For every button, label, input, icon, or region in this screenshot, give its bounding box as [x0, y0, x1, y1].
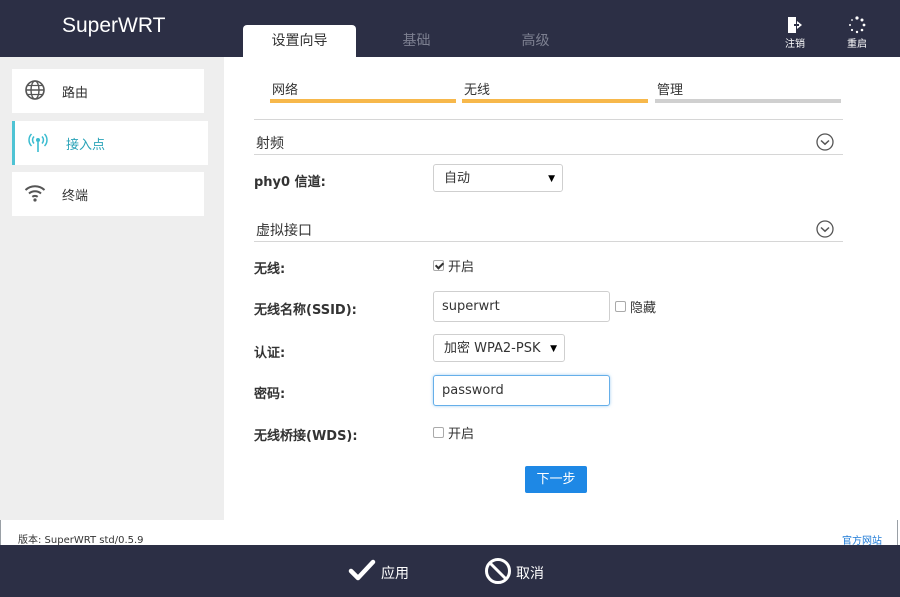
globe-icon [25, 80, 45, 100]
password-label: 密码: [254, 387, 286, 402]
sidebar: 路由 接入点 终端 [0, 57, 224, 520]
channel-select-value: 自动 [444, 171, 471, 186]
channel-select[interactable]: 自动 ▼ [433, 164, 563, 192]
ssid-value: superwrt [442, 299, 500, 314]
wireless-label: 无线: [254, 262, 286, 277]
password-value: password [442, 383, 504, 398]
sidebar-item-terminal[interactable]: 终端 [12, 172, 204, 216]
main-content: 网络 无线 管理 射频 phy0 信道: 自动 ▼ 虚拟接口 无线: 开启 无线… [224, 57, 900, 520]
tab-basic[interactable]: 基础 [360, 25, 473, 57]
reboot-label: 重启 [847, 39, 867, 50]
sidebar-item-label: 接入点 [66, 138, 106, 153]
wds-enable-label: 开启 [448, 427, 475, 442]
reboot-button[interactable]: 重启 [837, 16, 877, 50]
chevron-down-icon[interactable] [816, 220, 834, 238]
ssid-input[interactable]: superwrt [433, 291, 610, 322]
wds-label: 无线桥接(WDS): [254, 429, 358, 444]
app-logo: SuperWRT [62, 14, 166, 37]
step-wireless: 无线 [462, 79, 648, 103]
wireless-enable-label: 开启 [448, 260, 475, 275]
next-button[interactable]: 下一步 [525, 466, 587, 493]
hide-ssid-checkbox[interactable] [615, 301, 626, 312]
ssid-label: 无线名称(SSID): [254, 303, 357, 318]
step-management: 管理 [655, 79, 841, 103]
step-label: 网络 [272, 83, 299, 98]
checkmark-icon [348, 559, 376, 581]
step-network: 网络 [270, 79, 456, 103]
version-text: 版本: SuperWRT std/0.5.9 [18, 535, 144, 546]
sidebar-item-access-point[interactable]: 接入点 [12, 121, 208, 165]
logout-icon [788, 17, 802, 33]
chevron-down-icon[interactable] [816, 133, 834, 151]
channel-label: phy0 信道: [254, 175, 326, 190]
cancel-icon [485, 558, 511, 584]
sidebar-item-label: 路由 [62, 86, 89, 101]
divider [254, 119, 843, 120]
divider [254, 154, 843, 155]
auth-select-value: 加密 WPA2-PSK [444, 341, 541, 356]
cancel-button[interactable]: 取消 [484, 553, 548, 589]
access-point-icon [28, 133, 48, 152]
logout-label: 注销 [785, 39, 805, 50]
select-arrow-icon: ▼ [550, 344, 557, 354]
logout-button[interactable]: 注销 [775, 16, 815, 50]
wds-enable-checkbox[interactable] [433, 427, 444, 438]
apply-button[interactable]: 应用 [348, 553, 412, 589]
divider [254, 241, 843, 242]
auth-label: 认证: [254, 346, 286, 361]
step-label: 管理 [657, 83, 684, 98]
top-header: SuperWRT 设置向导 基础 高级 注销 重启 [0, 0, 900, 57]
radio-section-title: 射频 [256, 136, 284, 152]
vif-section-title: 虚拟接口 [256, 223, 312, 239]
password-input[interactable]: password [433, 375, 610, 406]
tab-setup-wizard[interactable]: 设置向导 [243, 25, 356, 57]
wifi-icon [24, 185, 46, 202]
sidebar-item-label: 终端 [62, 189, 89, 204]
sidebar-item-router[interactable]: 路由 [12, 69, 204, 113]
auth-select[interactable]: 加密 WPA2-PSK ▼ [433, 334, 565, 362]
reboot-icon [849, 16, 866, 34]
select-arrow-icon: ▼ [548, 174, 555, 184]
cancel-label: 取消 [516, 566, 544, 582]
bottom-action-bar: 应用 取消 [0, 545, 900, 597]
hide-ssid-label: 隐藏 [630, 301, 657, 316]
apply-label: 应用 [381, 566, 409, 582]
tab-advanced[interactable]: 高级 [479, 25, 592, 57]
step-label: 无线 [464, 83, 491, 98]
wireless-enable-checkbox[interactable] [433, 260, 444, 271]
